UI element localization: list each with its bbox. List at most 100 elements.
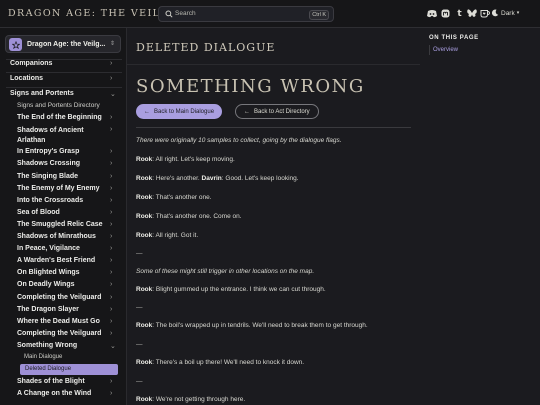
divider: [6, 72, 122, 73]
chevron-right-icon[interactable]: ›: [110, 390, 112, 397]
bluesky-icon[interactable]: [466, 8, 477, 19]
tumblr-icon[interactable]: t: [454, 8, 465, 19]
speaker: Rook: [136, 396, 153, 403]
separator-dash: —: [136, 341, 143, 348]
toc-title: ON THIS PAGE: [429, 35, 479, 41]
dialogue-text: : Blight gummed up the entrance. I think…: [152, 286, 326, 293]
chevron-right-icon[interactable]: ›: [110, 269, 112, 276]
project-selector[interactable]: Dragon Age: the Veilg... ⇕: [5, 35, 121, 53]
toc-item-overview[interactable]: Overview: [433, 47, 458, 53]
sidebar-item[interactable]: On Blighted Wings: [17, 269, 80, 276]
chevron-right-icon[interactable]: ›: [110, 281, 112, 288]
theme-label: Dark: [501, 9, 515, 17]
dialogue-text: : Good. Let's keep looking.: [221, 175, 299, 182]
sidebar-item-directory[interactable]: Signs and Portents Directory: [17, 102, 100, 109]
button-label: Back to Act Directory: [254, 108, 310, 115]
sidebar-item[interactable]: The Smuggled Relic Case: [17, 221, 103, 228]
sidebar-item[interactable]: Completing the Veilguard: [17, 294, 101, 301]
sidebar-item[interactable]: Shadows of Ancient Arlathan: [17, 126, 97, 145]
chevron-right-icon[interactable]: ›: [110, 160, 112, 167]
dialogue-text: : There's a boil up there! We'll need to…: [152, 359, 305, 366]
chevron-down-icon[interactable]: ⌄: [110, 342, 116, 350]
separator-dash: —: [136, 304, 143, 311]
chevron-right-icon[interactable]: ›: [110, 75, 112, 82]
sidebar-section-companions[interactable]: Companions: [10, 60, 52, 67]
chevron-right-icon[interactable]: ›: [110, 185, 112, 192]
speaker: Rook: [136, 194, 153, 201]
chevron-down-icon[interactable]: ⌄: [110, 90, 116, 98]
chevron-right-icon[interactable]: ›: [110, 245, 112, 252]
search-button[interactable]: Search Ctrl K: [158, 6, 334, 22]
dialogue-text: : Here's another.: [152, 175, 202, 182]
back-to-main-dialogue-button[interactable]: ← Back to Main Dialogue: [136, 104, 223, 119]
speaker: Rook: [136, 322, 153, 329]
speaker: Rook: [136, 175, 153, 182]
dialogue-line: Rook: Blight gummed up the entrance. I t…: [136, 286, 326, 293]
sidebar-item[interactable]: On Deadly Wings: [17, 281, 75, 288]
dialogue-line: Rook: That's another one. Come on.: [136, 213, 242, 220]
dialogue-line: Rook: The boil's wrapped up in tendrils.…: [136, 322, 368, 329]
chevron-right-icon[interactable]: ›: [110, 60, 112, 67]
discord-icon[interactable]: [426, 8, 437, 19]
mastodon-icon[interactable]: [440, 8, 451, 19]
chevron-right-icon[interactable]: ›: [110, 114, 112, 121]
chevron-right-icon[interactable]: ›: [110, 148, 112, 155]
sidebar-item-main-dialogue[interactable]: Main Dialogue: [24, 354, 62, 360]
search-shortcut: Ctrl K: [309, 9, 329, 20]
sidebar-item[interactable]: In Entropy's Grasp: [17, 148, 79, 155]
sidebar-item[interactable]: The End of the Beginning: [17, 114, 102, 121]
sidebar-item[interactable]: Where the Dead Must Go: [17, 318, 100, 325]
table-of-contents: ON THIS PAGE Overview: [420, 28, 540, 405]
paragraph: Some of these might still trigger in oth…: [136, 268, 315, 275]
dialogue-line: Rook: Here's another. Davrin: Good. Let'…: [136, 175, 299, 182]
chevron-right-icon[interactable]: ›: [110, 257, 112, 264]
sidebar-item[interactable]: A Change on the Wind: [17, 390, 91, 397]
sidebar-item-something-wrong[interactable]: Something Wrong: [17, 342, 77, 349]
chevron-right-icon[interactable]: ›: [110, 126, 112, 133]
button-label: Back to Main Dialogue: [154, 108, 215, 115]
dialogue-line: Rook: There's a boil up there! We'll nee…: [136, 359, 304, 366]
chevron-right-icon[interactable]: ›: [110, 173, 112, 180]
sidebar-item[interactable]: Shades of the Blight: [17, 378, 85, 385]
back-to-act-directory-button[interactable]: ← Back to Act Directory: [235, 104, 319, 119]
sidebar-item[interactable]: The Enemy of My Enemy: [17, 185, 99, 192]
speaker: Rook: [136, 232, 153, 239]
project-logo-icon: [9, 38, 22, 51]
dialogue-text: : We're not getting through here.: [152, 396, 246, 403]
dialogue-line: Rook: All right. Got it.: [136, 232, 198, 239]
chevron-updown-icon: ⇕: [109, 41, 115, 47]
sidebar-item[interactable]: The Dragon Slayer: [17, 306, 79, 313]
project-name: Dragon Age: the Veilg...: [27, 40, 106, 48]
sidebar-item[interactable]: In Peace, Vigilance: [17, 245, 80, 252]
chevron-right-icon[interactable]: ›: [110, 209, 112, 216]
dialogue-text: : That's another one. Come on.: [152, 213, 242, 220]
chevron-right-icon[interactable]: ›: [110, 330, 112, 337]
speaker: Davrin: [201, 175, 222, 182]
kofi-icon[interactable]: [479, 8, 490, 19]
arrow-left-icon: ←: [244, 108, 250, 115]
moon-icon: [491, 9, 499, 17]
sidebar-item[interactable]: Completing the Veilguard: [17, 330, 101, 337]
chevron-right-icon[interactable]: ›: [110, 197, 112, 204]
chevron-right-icon[interactable]: ›: [110, 233, 112, 240]
sidebar-item[interactable]: Shadows Crossing: [17, 160, 80, 167]
chevron-right-icon[interactable]: ›: [110, 318, 112, 325]
chevron-right-icon[interactable]: ›: [110, 378, 112, 385]
sidebar-item[interactable]: A Warden's Best Friend: [17, 257, 95, 264]
sidebar-item[interactable]: The Singing Blade: [17, 173, 78, 180]
chevron-right-icon[interactable]: ›: [110, 221, 112, 228]
speaker: Rook: [136, 359, 153, 366]
sidebar: Dragon Age: the Veilg... ⇕ Companions › …: [0, 28, 127, 405]
theme-toggle[interactable]: Dark ▾: [491, 9, 519, 17]
chevron-right-icon[interactable]: ›: [110, 306, 112, 313]
dialogue-line: Rook: All right. Let's keep moving.: [136, 156, 235, 163]
sidebar-item-deleted-dialogue[interactable]: Deleted Dialogue: [20, 364, 118, 375]
sidebar-item-label: Deleted Dialogue: [25, 366, 72, 372]
sidebar-item[interactable]: Sea of Blood: [17, 209, 60, 216]
dialogue-text: : All right. Got it.: [152, 232, 199, 239]
sidebar-section-locations[interactable]: Locations: [10, 75, 43, 82]
sidebar-item[interactable]: Shadows of Minrathous: [17, 233, 96, 240]
chevron-right-icon[interactable]: ›: [110, 294, 112, 301]
sidebar-section-signs-and-portents[interactable]: Signs and Portents: [10, 90, 74, 97]
sidebar-item[interactable]: Into the Crossroads: [17, 197, 83, 204]
